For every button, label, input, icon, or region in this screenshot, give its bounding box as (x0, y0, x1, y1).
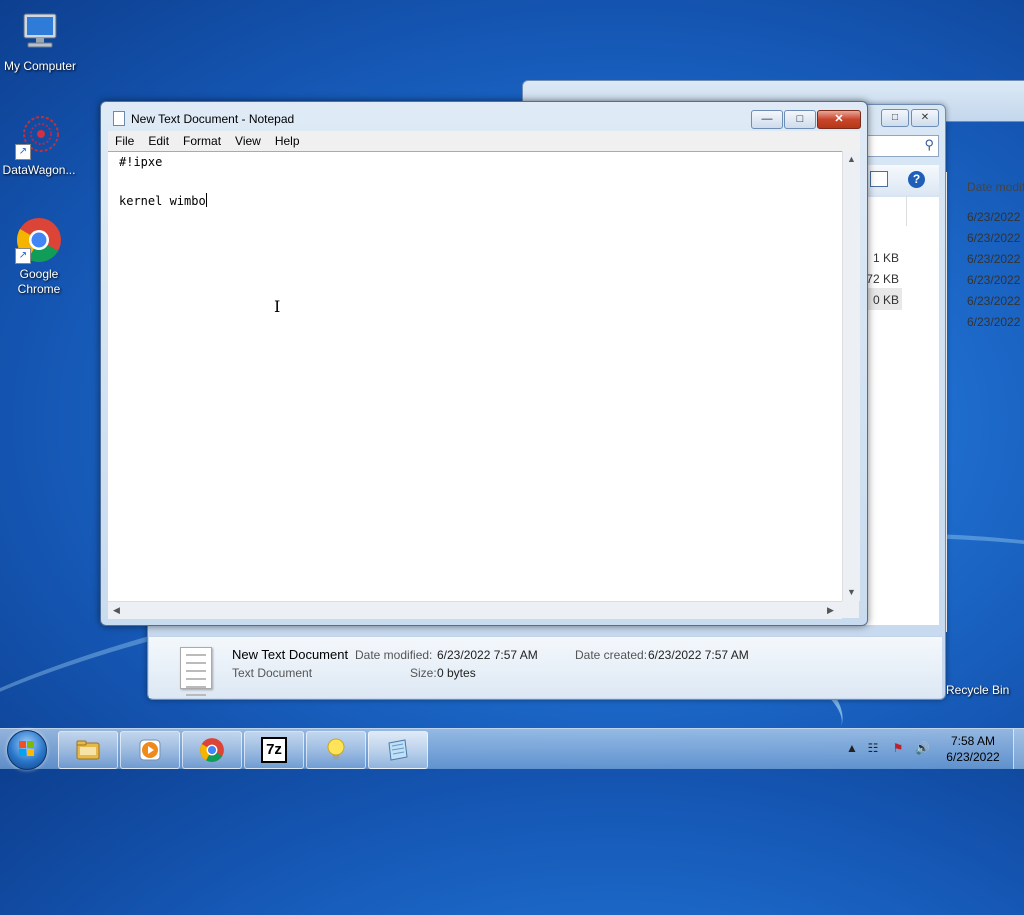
explorer-icon (76, 740, 100, 760)
desktop-icon-google-chrome[interactable]: ↗ Google Chrome (0, 216, 79, 297)
explorer-details-pane: New Text Document Text Document Date mod… (149, 636, 942, 698)
desktop-icon-my-computer[interactable]: My Computer (0, 8, 80, 74)
menu-file[interactable]: File (108, 134, 141, 148)
column-divider (906, 196, 907, 226)
column-divider (946, 172, 947, 632)
explorer-maximize-button[interactable]: □ (881, 109, 909, 127)
scroll-down-arrow-icon[interactable]: ▼ (847, 587, 856, 597)
lightbulb-icon (327, 738, 345, 760)
system-clock[interactable]: 7:58 AM 6/23/2022 (940, 733, 1006, 765)
windows-logo-icon (19, 741, 35, 757)
chrome-icon (200, 738, 224, 762)
computer-icon (16, 8, 64, 56)
notepad-window-controls: — □ ✕ (751, 110, 861, 129)
file-date-cell: 6/23/2022 7 (967, 231, 1024, 245)
horizontal-scrollbar[interactable]: ◀ ▶ (108, 601, 842, 619)
taskbar-lightbulb-button[interactable] (306, 731, 366, 769)
notepad-icon (388, 739, 408, 761)
datawagon-icon: ↗ (15, 112, 63, 160)
show-hidden-icons-arrow-icon[interactable]: ▲ (845, 741, 859, 755)
notepad-window[interactable]: New Text Document - Notepad — □ ✕ File E… (100, 101, 868, 626)
desktop-icon-label: Google Chrome (17, 267, 61, 296)
taskbar-notepad-button[interactable] (368, 731, 428, 769)
help-icon[interactable]: ? (908, 171, 925, 188)
taskbar: 7z ▲ ☷ ⚑ 🔊 7:58 AM 6/23/2022 (0, 728, 1024, 770)
action-center-icon[interactable]: ⚑ (891, 741, 905, 755)
file-size-cell: 1 KB (872, 251, 899, 265)
text-file-icon (180, 647, 212, 696)
maximize-button[interactable]: □ (784, 110, 816, 129)
notepad-title-icon (113, 111, 125, 126)
file-date-cell: 6/23/2022 7 (967, 273, 1024, 287)
show-desktop-button[interactable] (1013, 729, 1024, 769)
text-caret (205, 193, 207, 207)
recycle-bin-label[interactable]: Recycle Bin (946, 683, 1009, 697)
preview-pane-icon[interactable] (870, 171, 888, 187)
desktop-icon-datawagon[interactable]: ↗ DataWagon... (0, 112, 79, 178)
menu-help[interactable]: Help (268, 134, 307, 148)
notepad-menubar: File Edit Format View Help (108, 131, 860, 151)
taskbar-chrome-button[interactable] (182, 731, 242, 769)
7zip-icon: 7z (261, 737, 287, 763)
menu-format[interactable]: Format (176, 134, 228, 148)
desktop-icon-label: My Computer (3, 59, 77, 73)
taskbar-explorer-button[interactable] (58, 731, 118, 769)
details-file-name: New Text Document (232, 647, 349, 662)
text-line (119, 173, 207, 193)
7zip-label: 7z (266, 741, 282, 758)
taskbar-media-player-button[interactable] (120, 731, 180, 769)
scroll-left-arrow-icon[interactable]: ◀ (113, 605, 120, 616)
vertical-scrollbar[interactable]: ▲ ▼ (842, 151, 860, 601)
search-icon: ⚲ (924, 137, 934, 152)
ibeam-cursor-icon: I (274, 297, 281, 316)
explorer-search-box[interactable]: ⚲ (861, 135, 939, 157)
shortcut-arrow-icon: ↗ (15, 248, 31, 264)
file-date-cell: 6/23/2022 7 (967, 315, 1024, 329)
media-player-icon (139, 739, 161, 761)
network-icon[interactable]: ☷ (866, 741, 880, 755)
notepad-text-area[interactable]: #!ipxe kernel wimbo I (108, 151, 842, 602)
notepad-title: New Text Document - Notepad (131, 112, 295, 126)
details-date-created-label: Date created: (575, 648, 648, 662)
chrome-icon: ↗ (15, 216, 63, 264)
details-size-value: 0 bytes (437, 666, 476, 680)
text-line: #!ipxe (119, 155, 163, 169)
start-button[interactable] (7, 730, 47, 770)
close-button[interactable]: ✕ (817, 110, 861, 129)
resize-grip[interactable] (842, 601, 859, 618)
notepad-text-content: #!ipxe kernel wimbo (119, 153, 207, 212)
volume-icon[interactable]: 🔊 (915, 741, 930, 755)
column-header-date-modified[interactable]: Date modifi (967, 180, 1024, 194)
minimize-button[interactable]: — (751, 110, 783, 129)
text-line: kernel wimbo (119, 193, 207, 208)
desktop-icon-label: DataWagon... (2, 163, 76, 177)
clock-date: 6/23/2022 (946, 750, 1000, 764)
file-date-cell: 6/23/2022 7 (967, 210, 1024, 224)
scroll-up-arrow-icon[interactable]: ▲ (847, 154, 856, 164)
file-date-cell: 6/23/2022 7 (967, 294, 1024, 308)
details-date-created-value: 6/23/2022 7:57 AM (648, 648, 749, 662)
menu-edit[interactable]: Edit (141, 134, 176, 148)
explorer-window-controls: □ ✕ (881, 109, 939, 127)
details-size-label: Size: (410, 666, 437, 680)
explorer-close-button[interactable]: ✕ (911, 109, 939, 127)
details-file-type: Text Document (232, 666, 313, 680)
shortcut-arrow-icon: ↗ (15, 144, 31, 160)
clock-time: 7:58 AM (950, 734, 996, 748)
taskbar-7zip-button[interactable]: 7z (244, 731, 304, 769)
file-size-cell: 0 KB (872, 293, 899, 307)
details-date-modified-label: Date modified: (355, 648, 433, 662)
scroll-right-arrow-icon[interactable]: ▶ (827, 605, 834, 616)
details-date-modified-value: 6/23/2022 7:57 AM (437, 648, 538, 662)
menu-view[interactable]: View (228, 134, 268, 148)
file-date-cell: 6/23/2022 7 (967, 252, 1024, 266)
